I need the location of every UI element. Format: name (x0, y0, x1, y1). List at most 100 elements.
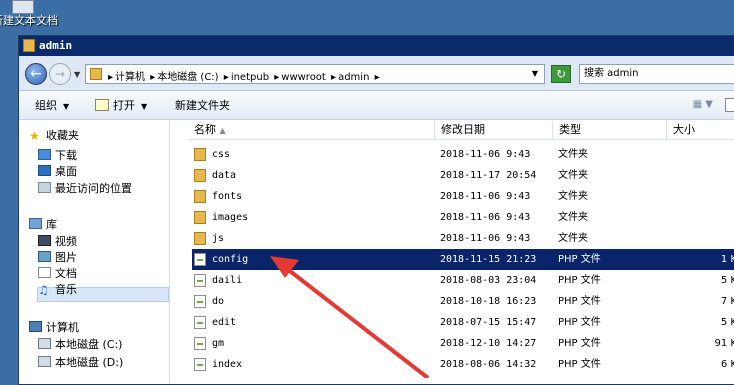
file-type: 文件夹 (558, 149, 588, 160)
php-file-icon (194, 295, 206, 308)
breadcrumb-computer[interactable]: 计算机 (115, 72, 145, 83)
view-options-icon[interactable]: ▦ ▼ (693, 99, 713, 110)
file-name: edit (212, 317, 237, 328)
address-dropdown-icon[interactable]: ▼ (532, 69, 538, 78)
table-row[interactable]: daili 2018-08-03 23:04 PHP 文件 5 K (192, 270, 734, 291)
file-name: fonts (212, 191, 243, 202)
chevron-down-icon: ▼ (63, 102, 70, 111)
table-row[interactable]: gm 2018-12-10 14:27 PHP 文件 91 K (192, 333, 734, 354)
file-date: 2018-07-15 15:47 (440, 317, 537, 328)
file-date: 2018-11-06 9:43 (440, 233, 531, 244)
organize-label: 组织 (35, 99, 57, 112)
file-date: 2018-08-03 23:04 (440, 275, 537, 286)
breadcrumb-admin[interactable]: admin (338, 72, 369, 83)
desktop-text-file-icon[interactable]: 新建文本文档 (0, 0, 70, 32)
nav-documents[interactable]: 文档 (38, 267, 77, 280)
nav-pictures-label: 图片 (55, 251, 77, 264)
file-name: js (212, 233, 225, 244)
column-date-label: 修改日期 (441, 123, 485, 136)
file-name: data (212, 170, 237, 181)
nav-disk-d[interactable]: 本地磁盘 (D:) (38, 356, 123, 369)
document-icon (38, 267, 51, 278)
new-folder-label: 新建文件夹 (175, 99, 230, 112)
column-header-name[interactable]: 名称 ▲ (188, 120, 435, 140)
file-type: PHP 文件 (558, 317, 601, 328)
nav-documents-label: 文档 (55, 267, 77, 280)
file-name: index (212, 359, 243, 370)
forward-button[interactable]: → (49, 63, 71, 85)
file-type: PHP 文件 (558, 254, 601, 265)
title-bar[interactable]: admin (19, 36, 734, 56)
breadcrumb-inetpub[interactable]: inetpub (231, 72, 269, 83)
nav-disk-c[interactable]: 本地磁盘 (C:) (38, 338, 122, 351)
nav-recent[interactable]: 最近访问的位置 (38, 182, 132, 195)
desktop-icon (38, 165, 51, 176)
music-icon: ♫ (38, 283, 49, 297)
table-row[interactable]: edit 2018-07-15 15:47 PHP 文件 5 K (192, 312, 734, 333)
file-type: PHP 文件 (558, 275, 601, 286)
open-button[interactable]: 打开 ▼ (95, 97, 147, 113)
column-header-type[interactable]: 类型 (553, 120, 667, 140)
file-type: 文件夹 (558, 212, 588, 223)
download-folder-icon (38, 149, 51, 160)
nav-downloads-label: 下载 (55, 149, 77, 162)
nav-favorites[interactable]: ★ 收藏夹 (29, 129, 79, 143)
nav-desktop-label: 桌面 (55, 165, 77, 178)
nav-recent-label: 最近访问的位置 (55, 182, 132, 195)
file-name: do (212, 296, 225, 307)
address-bar[interactable]: ▸ 计算机 ▸ 本地磁盘 (C:) ▸ inetpub ▸ wwwroot ▸ admin… (85, 64, 545, 84)
video-icon (38, 235, 51, 246)
nav-computer[interactable]: 计算机 (29, 321, 79, 334)
breadcrumb-wwwroot[interactable]: wwwroot (281, 72, 326, 83)
back-button[interactable]: ← (25, 63, 47, 85)
preview-pane-icon[interactable] (725, 98, 734, 112)
file-type: PHP 文件 (558, 296, 601, 307)
star-icon: ★ (29, 129, 40, 143)
php-file-icon (194, 253, 206, 266)
breadcrumb-disk-c[interactable]: 本地磁盘 (C:) (157, 72, 218, 83)
breadcrumb: ▸ 计算机 ▸ 本地磁盘 (C:) ▸ inetpub ▸ wwwroot ▸ admin… (108, 72, 380, 83)
file-date: 2018-08-06 14:32 (440, 359, 537, 370)
table-row[interactable]: images 2018-11-06 9:43 文件夹 (192, 207, 734, 228)
file-type: PHP 文件 (558, 338, 601, 349)
new-folder-button[interactable]: 新建文件夹 (175, 97, 230, 113)
history-dropdown-icon[interactable]: ▼ (74, 70, 80, 79)
folder-icon (23, 39, 35, 52)
folder-icon (194, 169, 206, 182)
column-header-size[interactable]: 大小 (667, 120, 734, 140)
nav-downloads[interactable]: 下载 (38, 149, 77, 162)
nav-libraries[interactable]: 库 (29, 218, 57, 231)
explorer-window: admin ← → ▼ ▸ 计算机 ▸ 本地磁盘 (C:) ▸ inetpub ▸ ww… (18, 35, 734, 385)
organize-button[interactable]: 组织 ▼ (35, 97, 69, 113)
file-name: css (212, 149, 231, 160)
picture-icon (38, 251, 51, 262)
command-bar: 组织 ▼ 打开 ▼ 新建文件夹 ▦ ▼ (19, 91, 734, 120)
nav-videos[interactable]: 视频 (38, 235, 77, 248)
refresh-button[interactable]: ↻ (551, 65, 571, 83)
table-row[interactable]: css 2018-11-06 9:43 文件夹 (192, 144, 734, 165)
file-size: 91 K (714, 338, 734, 349)
nav-music[interactable]: ♫ 音乐 (38, 283, 77, 296)
file-size: 7 K (720, 296, 734, 307)
nav-disk-d-label: 本地磁盘 (D:) (55, 356, 124, 369)
nav-desktop[interactable]: 桌面 (38, 165, 77, 178)
php-file-icon (194, 274, 206, 287)
search-input[interactable]: 搜索 admin (579, 64, 734, 84)
nav-computer-label: 计算机 (46, 321, 79, 334)
nav-music-label: 音乐 (55, 283, 77, 296)
nav-pictures[interactable]: 图片 (38, 251, 77, 264)
column-type-label: 类型 (559, 123, 581, 136)
table-row[interactable]: data 2018-11-17 20:54 文件夹 (192, 165, 734, 186)
table-row[interactable]: js 2018-11-06 9:43 文件夹 (192, 228, 734, 249)
column-header-date[interactable]: 修改日期 (435, 120, 553, 140)
sort-ascending-icon: ▲ (219, 126, 226, 135)
file-date: 2018-12-10 14:27 (440, 338, 537, 349)
table-row[interactable]: config 2018-11-15 21:23 PHP 文件 1 K (192, 249, 734, 270)
table-row[interactable]: do 2018-10-18 16:23 PHP 文件 7 K (192, 291, 734, 312)
table-row[interactable]: index 2018-08-06 14:32 PHP 文件 6 K (192, 354, 734, 375)
computer-icon (29, 321, 42, 332)
file-name: config (212, 254, 249, 265)
table-row[interactable]: fonts 2018-11-06 9:43 文件夹 (192, 186, 734, 207)
file-size: 6 K (720, 359, 734, 370)
file-date: 2018-10-18 16:23 (440, 296, 537, 307)
